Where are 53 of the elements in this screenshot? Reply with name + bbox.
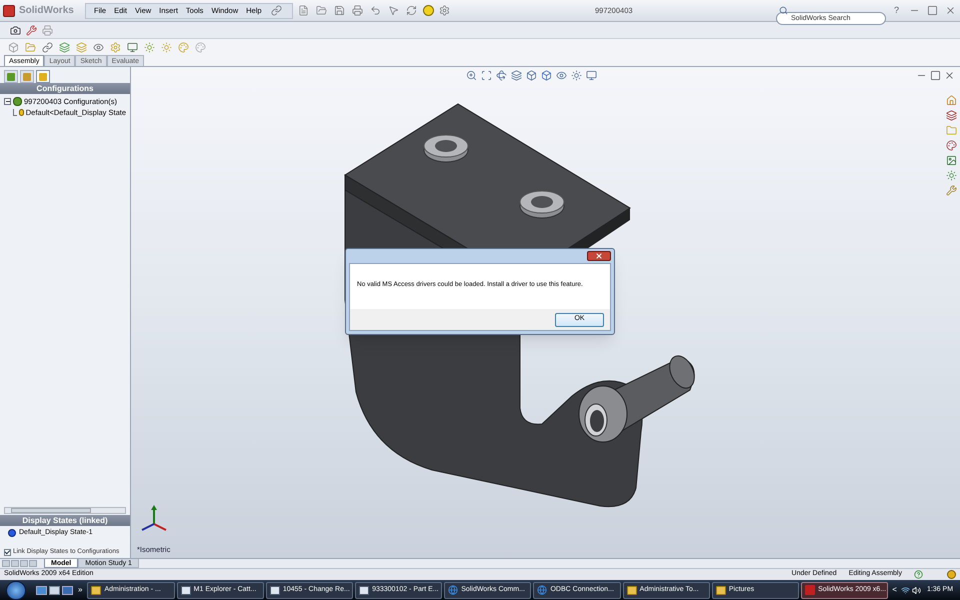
tray-expander[interactable]: < [890, 584, 899, 596]
restore-icon[interactable] [928, 68, 942, 82]
window-icon [270, 586, 280, 594]
print-icon[interactable] [350, 4, 365, 18]
folder-icon [626, 586, 637, 594]
folder-icon [716, 586, 726, 594]
window-icon[interactable] [49, 586, 60, 594]
desktop-icon[interactable] [36, 586, 47, 594]
view-settings-icon[interactable] [584, 68, 598, 82]
logo-icon [3, 4, 15, 16]
options-icon[interactable] [438, 4, 452, 18]
horizontal-scrollbar[interactable] [4, 507, 126, 514]
help-icon[interactable] [914, 570, 923, 579]
window-icon[interactable] [62, 586, 73, 594]
globe-icon [537, 585, 548, 595]
save-icon[interactable] [332, 4, 347, 18]
start-button[interactable] [6, 580, 26, 600]
network-icon[interactable] [900, 586, 910, 594]
tree-tab[interactable] [4, 70, 18, 83]
search-icon [778, 6, 788, 15]
zoom-icon[interactable] [464, 68, 478, 82]
logo-icon [805, 585, 816, 595]
display-state-icon [8, 529, 16, 537]
view-orientation-icon[interactable] [524, 68, 538, 82]
zoom-area-icon[interactable] [479, 68, 493, 82]
app-logo: SolidWorks [19, 4, 75, 18]
wrench-icon[interactable] [24, 23, 38, 37]
home-icon[interactable] [944, 93, 958, 107]
folder-icon [91, 586, 102, 594]
help-button[interactable]: ? [890, 4, 903, 18]
link-checkbox[interactable] [4, 548, 11, 556]
volume-icon[interactable] [912, 586, 921, 594]
assembly-icon [13, 97, 22, 106]
maximize-icon[interactable] [925, 4, 939, 18]
palette-icon[interactable] [944, 138, 958, 152]
close-button[interactable] [587, 251, 611, 261]
panel-header: Configurations [0, 83, 130, 94]
configuration-tab[interactable] [36, 70, 50, 83]
scene-icon[interactable] [569, 68, 583, 82]
rotate-icon[interactable] [494, 68, 508, 82]
properties-icon[interactable] [944, 183, 958, 197]
globe-icon [448, 585, 458, 595]
window-icon [359, 586, 370, 594]
close-icon [595, 252, 603, 260]
overflow-chevron[interactable]: » [75, 584, 86, 596]
display-style-icon[interactable] [539, 68, 553, 82]
open-icon[interactable] [314, 4, 329, 18]
panel-header: Display States (linked) [0, 515, 130, 526]
collapse-icon[interactable] [4, 98, 11, 105]
configuration-icon [19, 109, 24, 116]
image-icon[interactable] [944, 153, 958, 167]
window-icon [180, 586, 191, 594]
select-icon[interactable] [386, 4, 401, 18]
